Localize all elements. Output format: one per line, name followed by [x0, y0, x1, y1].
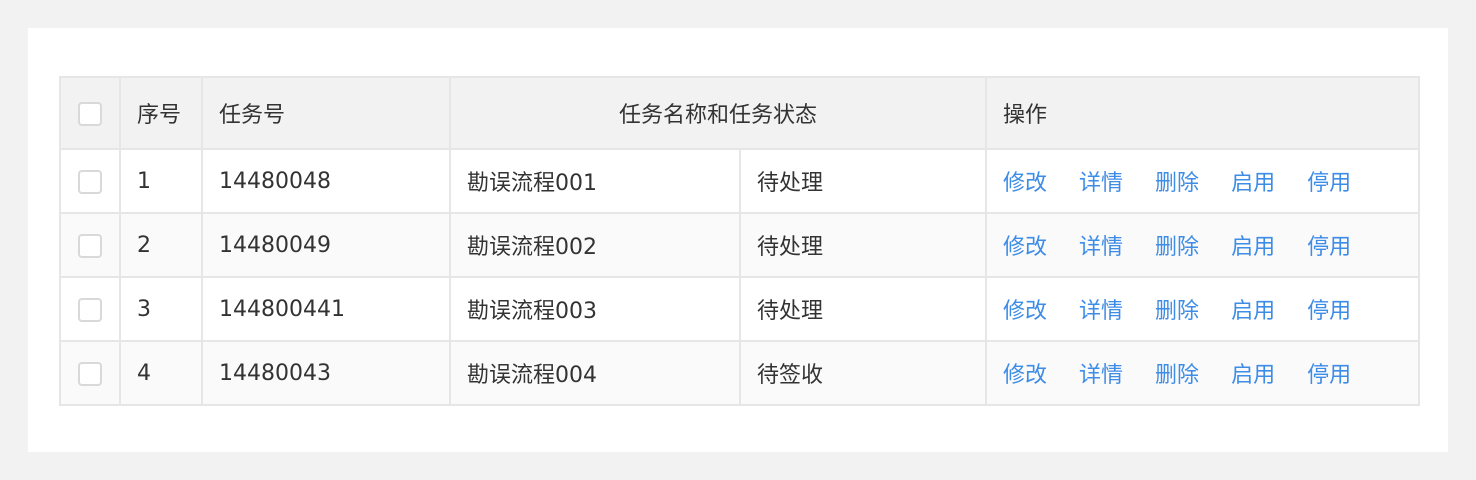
table-row: 1 14480048 勘误流程001 待处理 修改 详情 删除 启用 停用 — [59, 148, 1421, 214]
row-select-cell — [59, 212, 121, 278]
row-status: 待处理 — [738, 148, 988, 214]
row-status: 待处理 — [738, 276, 988, 342]
header-task-no: 任务号 — [201, 76, 451, 150]
delete-link[interactable]: 删除 — [1155, 293, 1199, 325]
edit-link[interactable]: 修改 — [1003, 357, 1047, 389]
header-actions: 操作 — [985, 76, 1421, 150]
row-index: 3 — [119, 276, 203, 342]
enable-link[interactable]: 启用 — [1231, 357, 1275, 389]
details-link[interactable]: 详情 — [1079, 165, 1123, 197]
edit-link[interactable]: 修改 — [1003, 165, 1047, 197]
enable-link[interactable]: 启用 — [1231, 229, 1275, 261]
details-link[interactable]: 详情 — [1079, 357, 1123, 389]
row-task-no: 14480043 — [201, 340, 451, 406]
row-task-no: 14480048 — [201, 148, 451, 214]
header-task-name-status: 任务名称和任务状态 — [448, 76, 988, 150]
disable-link[interactable]: 停用 — [1307, 165, 1351, 197]
row-select-cell — [59, 276, 121, 342]
table-row: 2 14480049 勘误流程002 待处理 修改 详情 删除 启用 停用 — [59, 212, 1421, 278]
table-row: 3 144800441 勘误流程003 待处理 修改 详情 删除 启用 停用 — [59, 276, 1421, 342]
row-task-name: 勘误流程002 — [449, 212, 741, 278]
edit-link[interactable]: 修改 — [1003, 229, 1047, 261]
row-task-no: 144800441 — [201, 276, 451, 342]
row-checkbox[interactable] — [78, 169, 102, 194]
delete-link[interactable]: 删除 — [1155, 229, 1199, 261]
enable-link[interactable]: 启用 — [1231, 293, 1275, 325]
row-actions: 修改 详情 删除 启用 停用 — [985, 276, 1421, 342]
row-status: 待签收 — [738, 340, 988, 406]
disable-link[interactable]: 停用 — [1307, 229, 1351, 261]
row-status: 待处理 — [738, 212, 988, 278]
row-actions: 修改 详情 删除 启用 停用 — [985, 148, 1421, 214]
select-all-checkbox[interactable] — [78, 101, 102, 126]
disable-link[interactable]: 停用 — [1307, 293, 1351, 325]
select-all-cell — [59, 76, 121, 150]
row-actions: 修改 详情 删除 启用 停用 — [985, 212, 1421, 278]
row-select-cell — [59, 148, 121, 214]
row-checkbox[interactable] — [78, 233, 102, 258]
row-task-name: 勘误流程003 — [449, 276, 741, 342]
task-table: 序号 任务号 任务名称和任务状态 操作 1 14480048 勘误流程001 待… — [59, 76, 1421, 406]
disable-link[interactable]: 停用 — [1307, 357, 1351, 389]
enable-link[interactable]: 启用 — [1231, 165, 1275, 197]
delete-link[interactable]: 删除 — [1155, 165, 1199, 197]
delete-link[interactable]: 删除 — [1155, 357, 1199, 389]
table-header-row: 序号 任务号 任务名称和任务状态 操作 — [59, 76, 1421, 150]
row-index: 2 — [119, 212, 203, 278]
row-task-no: 14480049 — [201, 212, 451, 278]
row-index: 4 — [119, 340, 203, 406]
table-row: 4 14480043 勘误流程004 待签收 修改 详情 删除 启用 停用 — [59, 340, 1421, 406]
details-link[interactable]: 详情 — [1079, 229, 1123, 261]
row-select-cell — [59, 340, 121, 406]
row-actions: 修改 详情 删除 启用 停用 — [985, 340, 1421, 406]
row-task-name: 勘误流程004 — [449, 340, 741, 406]
row-index: 1 — [119, 148, 203, 214]
edit-link[interactable]: 修改 — [1003, 293, 1047, 325]
header-index: 序号 — [119, 76, 203, 150]
details-link[interactable]: 详情 — [1079, 293, 1123, 325]
row-checkbox[interactable] — [78, 297, 102, 322]
row-task-name: 勘误流程001 — [449, 148, 741, 214]
row-checkbox[interactable] — [78, 361, 102, 386]
